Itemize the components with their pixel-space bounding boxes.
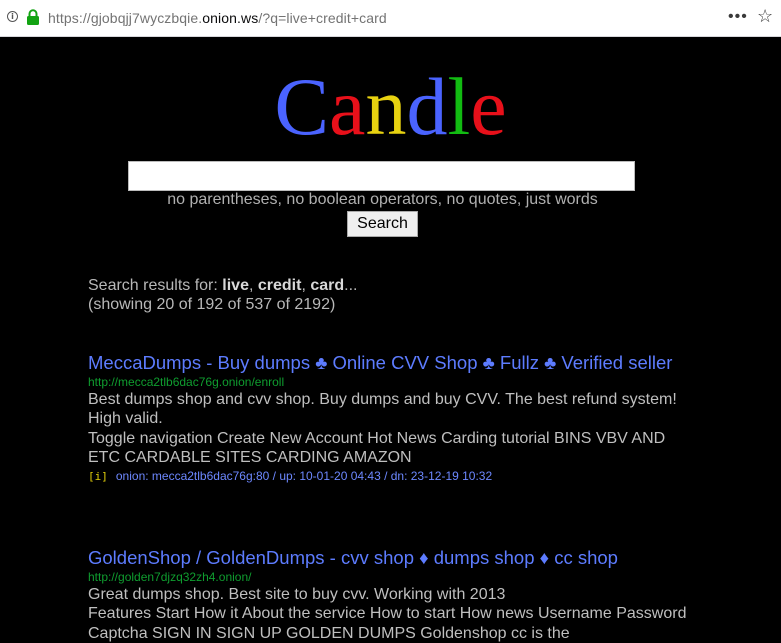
results-count: (showing 20 of 192 of 537 of 2192) — [88, 296, 336, 313]
bookmark-star-icon[interactable]: ☆ — [757, 7, 773, 25]
result-description: Great dumps shop. Best site to buy cvv. … — [88, 586, 506, 603]
results-summary: Search results for: live, credit, card..… — [88, 277, 358, 313]
result-title-link[interactable]: MeccaDumps - Buy dumps ♣ Online CVV Shop… — [88, 351, 688, 374]
url-text[interactable]: https://gjobqjj7wyczbqie.onion.ws/?q=liv… — [48, 10, 387, 26]
info-icon[interactable]: i — [7, 11, 18, 22]
result-url: http://mecca2tlb6dac76g.onion/enroll — [88, 375, 285, 389]
term-card: card — [310, 277, 345, 294]
result-url: http://golden7djzq32zh4.onion/ — [88, 570, 252, 584]
lock-icon[interactable] — [26, 9, 40, 25]
logo-letter: l — [447, 61, 471, 152]
logo-letter: a — [329, 61, 366, 152]
search-hint: no parentheses, no boolean operators, no… — [167, 191, 598, 208]
result-meta: [i] onion: mecca2tlb6dac76g:80 / up: 10-0… — [88, 469, 493, 484]
logo-letter: d — [406, 61, 448, 152]
more-menu-icon[interactable]: ••• — [728, 8, 748, 26]
info-tag[interactable]: [i] — [88, 470, 108, 483]
logo-letter: n — [365, 61, 407, 152]
logo-letter: C — [274, 61, 330, 152]
term-live: live — [222, 277, 249, 294]
candle-logo: Candle — [0, 66, 781, 148]
url-domain: onion.ws — [202, 10, 259, 26]
search-result: MeccaDumps - Buy dumps ♣ Online CVV Shop… — [88, 351, 688, 485]
search-button[interactable]: Search — [347, 211, 418, 237]
logo-letter: e — [470, 61, 507, 152]
result-description-extra: Toggle navigation Create New Account Hot… — [88, 429, 666, 466]
search-result: GoldenShop / GoldenDumps - cvv shop ♦ du… — [88, 546, 688, 643]
search-input[interactable] — [128, 161, 635, 191]
result-description-extra: Features Start How it About the service … — [88, 605, 687, 642]
address-bar[interactable]: i https://gjobqjj7wyczbqie.onion.ws/?q=l… — [0, 0, 781, 37]
result-description: Best dumps shop and cvv shop. Buy dumps … — [88, 391, 677, 428]
term-credit: credit — [257, 277, 302, 294]
result-title-link[interactable]: GoldenShop / GoldenDumps - cvv shop ♦ du… — [88, 546, 688, 569]
